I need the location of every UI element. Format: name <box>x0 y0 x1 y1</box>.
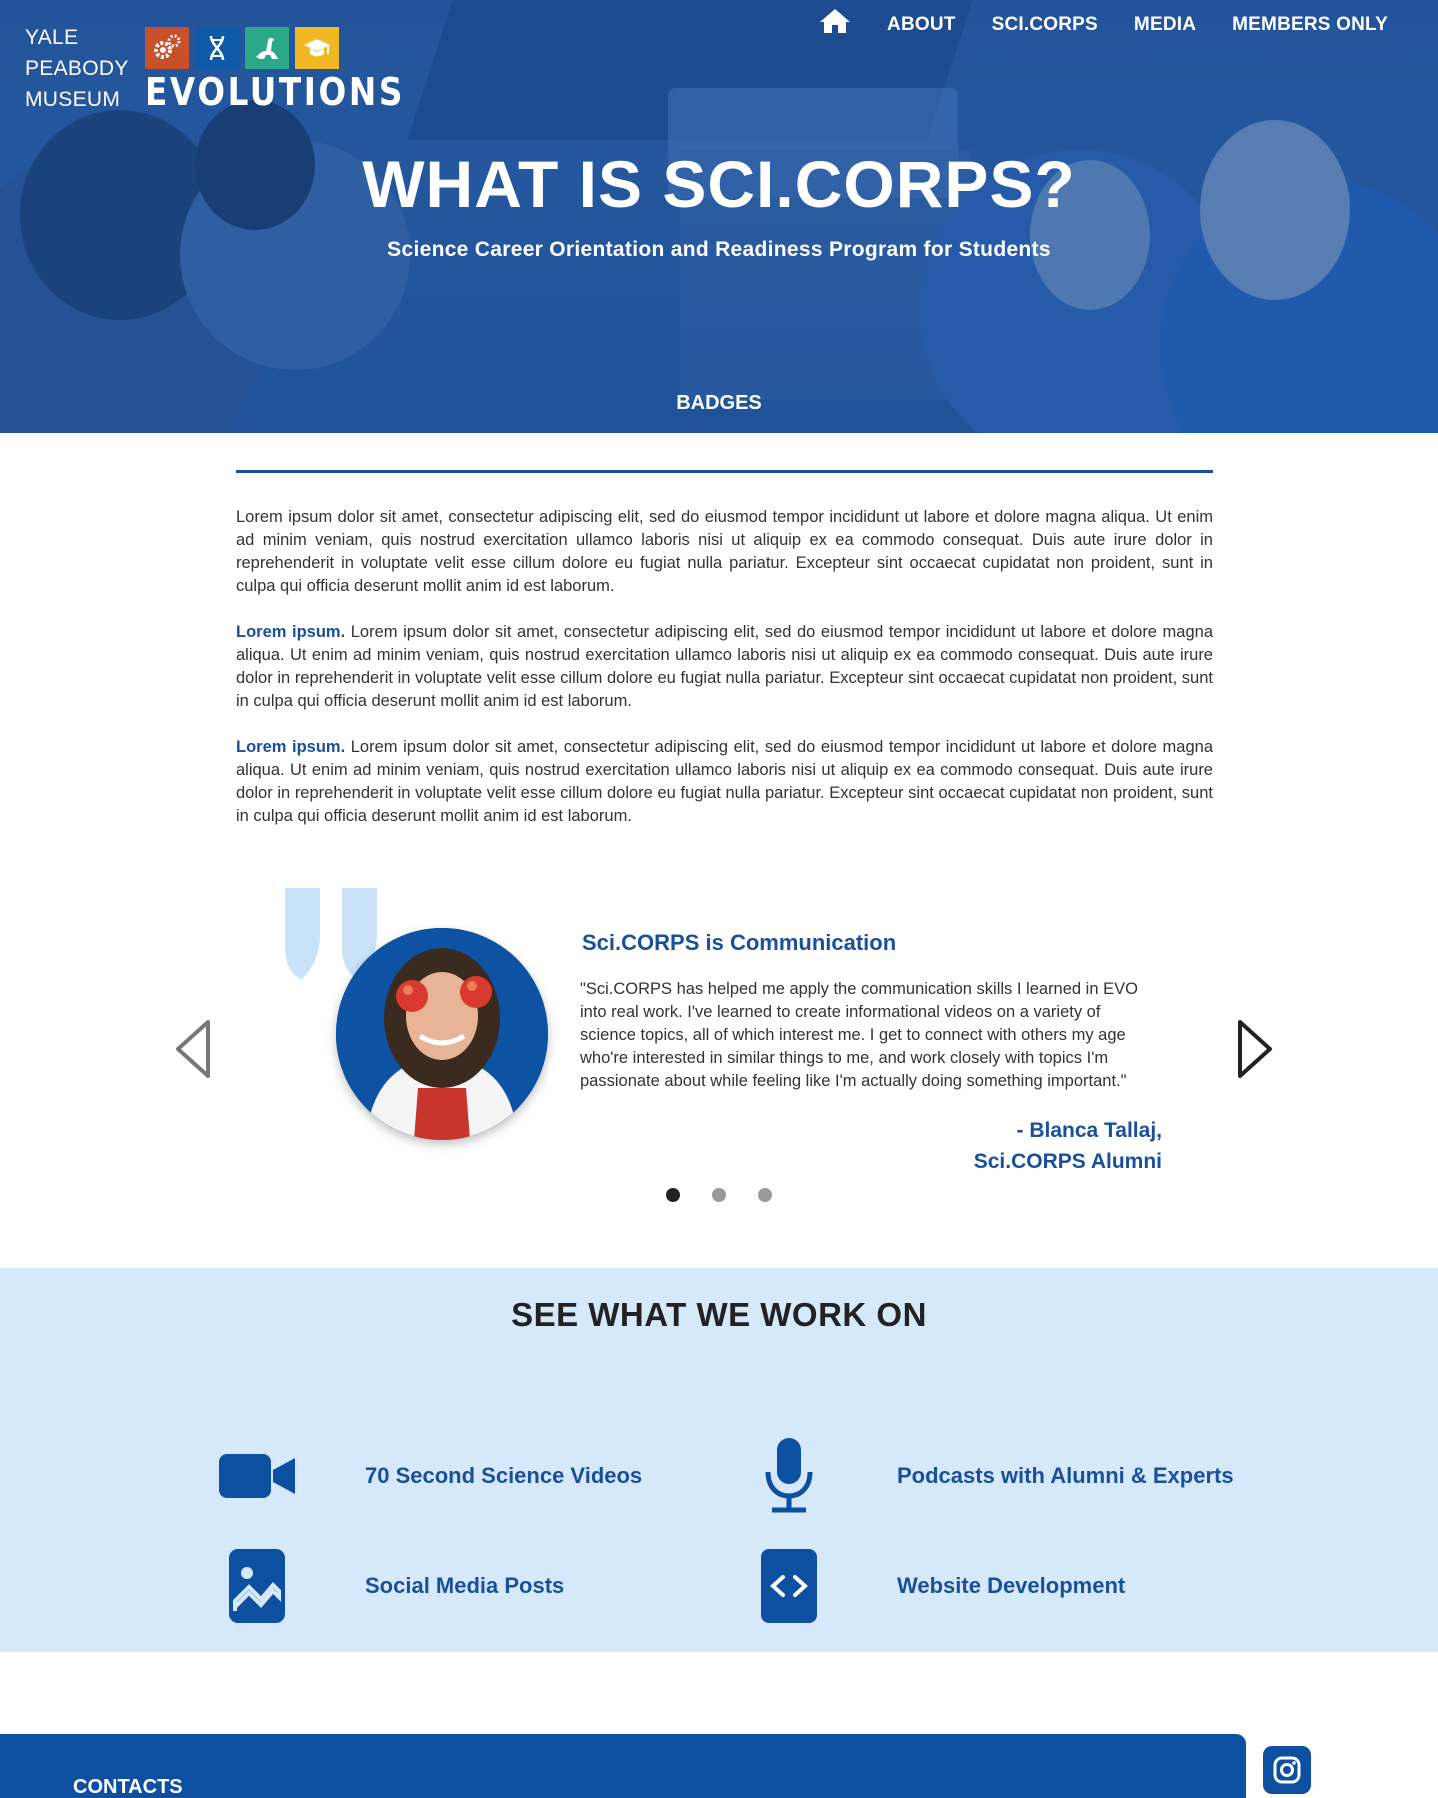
intro-paragraph: Lorem ipsum. Lorem ipsum dolor sit amet,… <box>236 738 1214 825</box>
work-section-title: SEE WHAT WE WORK ON <box>511 1296 927 1333</box>
work-item-label: Social Media Posts <box>365 1573 565 1598</box>
image-icon <box>217 1546 297 1626</box>
carousel-prev-button[interactable] <box>172 1018 214 1080</box>
hero-banner: YALE PEABODY MUSEUM EVOLUTIONS ABOUT SCI… <box>0 0 1438 433</box>
brand-line: MUSEUM <box>25 88 121 111</box>
work-item-podcasts[interactable]: Podcasts with Alumni & Experts <box>749 1436 1234 1516</box>
work-item-label: Website Development <box>897 1573 1126 1598</box>
carousel-dots <box>0 1188 1438 1202</box>
work-item-label: Podcasts with Alumni & Experts <box>897 1463 1234 1488</box>
work-item-videos[interactable]: 70 Second Science Videos <box>217 1436 642 1516</box>
footer-title: CONTACTS <box>73 1776 183 1798</box>
carousel-next-button[interactable] <box>1234 1018 1276 1080</box>
gears-icon <box>145 27 189 69</box>
video-camera-icon <box>217 1436 297 1516</box>
page-title: WHAT IS SCI.CORPS? <box>362 147 1076 221</box>
intro-text: Lorem ipsum dolor sit amet, consectetur … <box>236 506 1213 851</box>
carousel-dot[interactable] <box>666 1188 680 1202</box>
work-item-label: 70 Second Science Videos <box>365 1463 643 1488</box>
microphone-icon <box>749 1436 829 1516</box>
brand-line: YALE <box>25 26 79 49</box>
dinosaur-icon <box>245 27 289 69</box>
intro-paragraph: Lorem ipsum. Lorem ipsum dolor sit amet,… <box>236 623 1214 710</box>
graduation-cap-icon <box>295 27 339 69</box>
brand-line: PEABODY <box>25 57 129 80</box>
main-nav: ABOUT SCI.CORPS MEDIA MEMBERS ONLY <box>819 9 1388 36</box>
dna-icon <box>195 27 239 69</box>
intro-paragraph: Lorem ipsum dolor sit amet, consectetur … <box>236 508 1213 595</box>
nav-media[interactable]: MEDIA <box>1134 14 1196 36</box>
nav-sci-corps[interactable]: SCI.CORPS <box>992 14 1098 36</box>
nav-about[interactable]: ABOUT <box>887 14 956 36</box>
code-icon <box>749 1546 829 1626</box>
home-icon[interactable] <box>819 8 851 34</box>
paragraph-lead: Lorem ipsum. <box>236 738 346 756</box>
work-item-website[interactable]: Website Development <box>749 1546 1125 1626</box>
testimonial-quote: "Sci.CORPS has helped me apply the commu… <box>580 980 1138 1090</box>
section-divider <box>236 470 1213 473</box>
badges-link[interactable]: BADGES <box>0 392 1438 415</box>
work-item-social[interactable]: Social Media Posts <box>217 1546 564 1626</box>
work-section: SEE WHAT WE WORK ON 70 Second Science Vi… <box>0 1268 1438 1652</box>
testimonial-title: Sci.CORPS is Communication <box>582 930 897 955</box>
instagram-icon[interactable] <box>1263 1746 1311 1794</box>
testimonial-avatar <box>336 928 548 1140</box>
nav-members-only[interactable]: MEMBERS ONLY <box>1232 14 1388 36</box>
museum-name[interactable]: YALE PEABODY MUSEUM <box>25 22 129 115</box>
carousel-dot[interactable] <box>758 1188 772 1202</box>
logo-tiles[interactable] <box>145 27 339 69</box>
paragraph-lead: Lorem ipsum. <box>236 623 346 641</box>
logo-wordmark[interactable]: EVOLUTIONS <box>145 70 405 114</box>
page-subtitle: Science Career Orientation and Readiness… <box>387 238 1051 261</box>
footer <box>0 1734 1246 1798</box>
carousel-dot[interactable] <box>712 1188 726 1202</box>
testimonial-author: - Blanca Tallaj, Sci.CORPS Alumni <box>973 1119 1162 1173</box>
